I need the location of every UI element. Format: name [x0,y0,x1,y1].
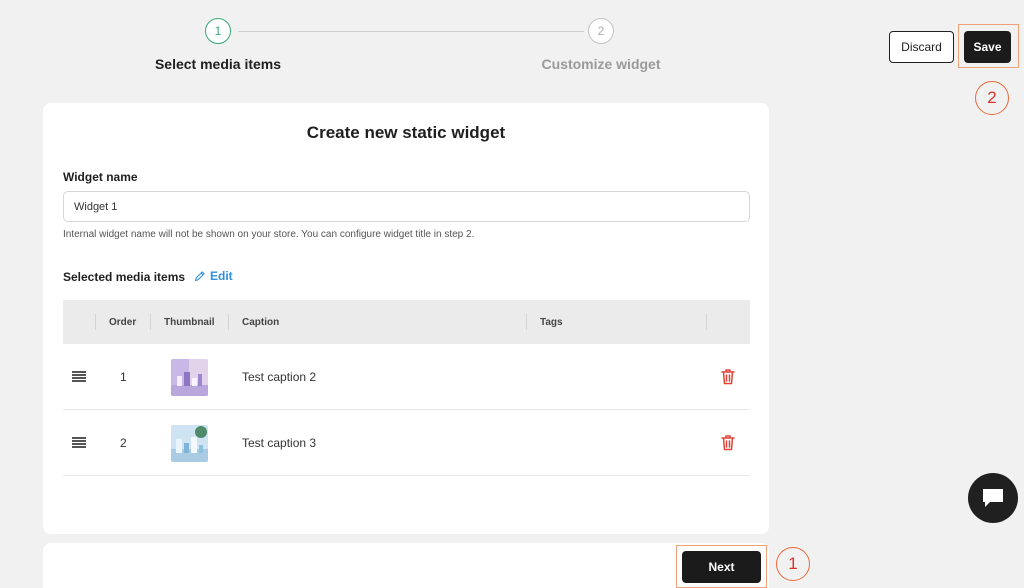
stepper: 1 Select media items 2 Customize widget [0,18,820,78]
next-button[interactable]: Next [682,551,761,583]
media-table: Order Thumbnail Caption Tags 1 Test capt… [63,300,750,476]
annotation-marker-1: 1 [776,547,810,581]
step-number-2: 2 [588,18,614,44]
chat-button[interactable] [968,473,1018,523]
header-divider [706,314,707,330]
widget-name-label: Widget name [63,170,138,184]
column-tags: Tags [540,316,563,328]
selected-media-label: Selected media items [63,270,186,284]
save-button[interactable]: Save [964,31,1011,63]
annotation-marker-2: 2 [975,81,1009,115]
row-order: 1 [120,370,127,384]
table-row[interactable]: 2 Test caption 3 [63,410,750,476]
header-divider [150,314,151,330]
edit-media-link[interactable]: Edit [194,269,233,283]
create-widget-card: Create new static widget Widget name Int… [43,103,769,534]
header-divider [95,314,96,330]
column-order: Order [109,316,137,328]
thumbnail-image [171,425,208,462]
row-order: 2 [120,436,127,450]
trash-icon[interactable] [720,434,736,451]
column-thumbnail: Thumbnail [164,316,215,328]
column-caption: Caption [242,316,280,328]
step-label-2: Customize widget [541,56,661,72]
header-divider [228,314,229,330]
drag-handle-icon[interactable] [72,437,86,448]
chat-icon [983,489,1003,507]
row-caption: Test caption 2 [242,370,317,384]
row-caption: Test caption 3 [242,436,317,450]
page-title: Create new static widget [306,123,506,142]
widget-name-input[interactable] [63,191,750,222]
step-connector [238,31,584,32]
trash-icon[interactable] [720,368,736,385]
footer-bar [43,543,769,588]
table-header: Order Thumbnail Caption Tags [63,300,750,344]
drag-handle-icon[interactable] [72,371,86,382]
table-row[interactable]: 1 Test caption 2 [63,344,750,410]
thumbnail-image [171,359,208,396]
discard-button[interactable]: Discard [889,31,954,63]
header-divider [526,314,527,330]
step-number-1: 1 [205,18,231,44]
edit-label: Edit [210,269,233,283]
widget-name-helper: Internal widget name will not be shown o… [63,229,475,240]
step-label-1: Select media items [154,56,282,72]
pencil-icon [194,271,205,282]
